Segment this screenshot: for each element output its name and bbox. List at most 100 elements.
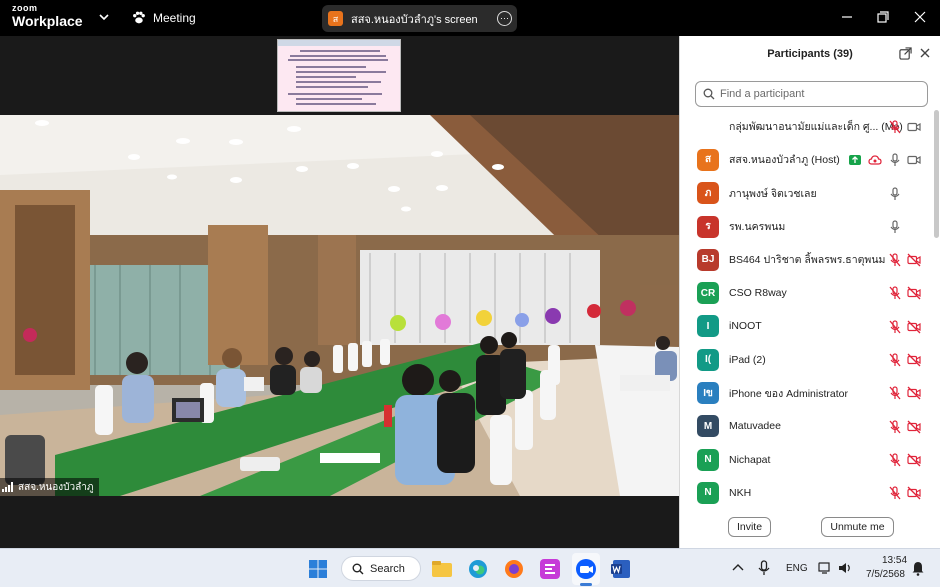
participant-row[interactable]: N Nichapat	[680, 443, 935, 476]
microphone-muted-icon[interactable]	[888, 253, 902, 267]
microphone-icon[interactable]	[888, 220, 902, 234]
shared-screen-thumbnail[interactable]	[277, 39, 401, 112]
participant-name-text: กลุ่มพัฒนาอนามัยแม่และเด็ก ศู...	[729, 121, 879, 134]
participant-name: Nichapat	[729, 454, 770, 466]
participant-avatar: ร	[697, 215, 719, 238]
participant-row[interactable]: กลุ่มพัฒนาอนามัยแม่และเด็ก ศู... (Me)	[680, 110, 935, 143]
participants-panel: Participants (39) กลุ่มพัฒนาอนามัยแม่และ…	[679, 36, 940, 548]
editor-app-icon[interactable]	[538, 557, 562, 581]
video-off-icon[interactable]	[907, 320, 921, 334]
participant-name: iPhone ของ Administrator	[729, 385, 848, 402]
video-off-icon[interactable]	[907, 253, 921, 267]
video-camera-icon[interactable]	[907, 120, 921, 134]
microphone-muted-icon[interactable]	[888, 286, 902, 300]
video-off-icon[interactable]	[907, 386, 921, 400]
firefox-icon[interactable]	[502, 557, 526, 581]
video-off-icon[interactable]	[907, 286, 921, 300]
pop-out-icon[interactable]	[899, 47, 912, 60]
participant-avatar: ส	[697, 148, 719, 171]
participant-name-text: สสจ.หนองบัวลำภู	[729, 154, 809, 167]
active-speaker-video[interactable]: สสจ.หนองบัวลำภู	[0, 115, 679, 496]
search-icon	[703, 88, 715, 100]
volume-icon[interactable]	[838, 561, 852, 575]
taskbar-search-box[interactable]: Search	[341, 556, 421, 581]
notification-bell-icon[interactable]	[911, 560, 925, 576]
close-panel-icon[interactable]	[919, 47, 931, 59]
network-icon[interactable]	[818, 561, 832, 575]
participant-avatar: I	[697, 315, 719, 338]
microphone-muted-icon[interactable]	[888, 453, 902, 467]
word-icon[interactable]	[609, 557, 633, 581]
participant-avatar: ภ	[697, 182, 719, 205]
participant-name-text: iNOOT	[729, 320, 762, 333]
microphone-tray-icon[interactable]	[757, 560, 771, 576]
edge-browser-icon[interactable]	[466, 557, 490, 581]
participant-row[interactable]: CR CSO R8way	[680, 276, 935, 309]
invite-button[interactable]: Invite	[728, 517, 771, 537]
participant-name: BS464 ปาริชาต ลิ้พลรพร.ธาตุพนม	[729, 251, 885, 268]
participant-name: สสจ.หนองบัวลำภู (Host)	[729, 151, 840, 168]
participant-list: กลุ่มพัฒนาอนามัยแม่และเด็ก ศู... (Me) ส สส…	[680, 110, 935, 510]
windows-start-icon[interactable]	[306, 557, 330, 581]
clock-time[interactable]: 13:54	[882, 555, 907, 566]
microphone-muted-icon[interactable]	[888, 120, 902, 134]
participant-row[interactable]: ภ ภานุพงษ์ จิตเวชเลย	[680, 177, 935, 210]
participant-row[interactable]: BJ BS464 ปาริชาต ลิ้พลรพร.ธาตุพนม	[680, 243, 935, 276]
participant-name-text: iPad (2)	[729, 353, 766, 366]
close-icon[interactable]	[912, 9, 928, 25]
participant-name-text: CSO R8way	[729, 287, 787, 300]
microphone-muted-icon[interactable]	[888, 420, 902, 434]
logo-line-2: Workplace	[12, 13, 83, 29]
participant-row[interactable]: ร รพ.นครพนม	[680, 210, 935, 243]
share-title: สสจ.หนองบัวลำภู's screen	[351, 13, 478, 26]
minimize-icon[interactable]	[839, 9, 855, 25]
video-camera-icon[interactable]	[907, 153, 921, 167]
video-off-icon[interactable]	[907, 353, 921, 367]
video-off-icon[interactable]	[907, 486, 921, 500]
participant-name: กลุ่มพัฒนาอนามัยแม่และเด็ก ศู... (Me)	[729, 118, 903, 135]
participant-name: iNOOT	[729, 320, 762, 332]
microphone-muted-icon[interactable]	[888, 320, 902, 334]
participant-name: CSO R8way	[729, 287, 787, 299]
screen-share-indicator[interactable]: ส สสจ.หนองบัวลำภู's screen ···	[322, 5, 517, 32]
file-explorer-icon[interactable]	[430, 557, 454, 581]
participant-row[interactable]: ส สสจ.หนองบัวลำภู (Host)	[680, 143, 935, 176]
microphone-muted-icon[interactable]	[888, 353, 902, 367]
sharer-avatar: ส	[328, 11, 343, 26]
speaker-name-label: สสจ.หนองบัวลำภู	[0, 478, 100, 496]
participant-row[interactable]: IiNOOT	[680, 310, 935, 343]
more-options-icon[interactable]: ···	[497, 11, 512, 26]
search-icon	[352, 563, 364, 574]
microphone-icon[interactable]	[888, 186, 902, 201]
zoom-app-icon[interactable]	[574, 557, 598, 581]
chevron-up-icon[interactable]	[731, 561, 745, 575]
restore-icon[interactable]	[875, 9, 891, 25]
participant-row[interactable]: I(iPad (2)	[680, 343, 935, 376]
participant-search-input[interactable]	[720, 88, 920, 100]
meeting-menu[interactable]: Meeting	[131, 10, 196, 25]
chevron-down-icon[interactable]	[98, 11, 110, 23]
microphone-muted-icon[interactable]	[888, 486, 902, 500]
video-off-icon[interactable]	[907, 453, 921, 467]
participant-row[interactable]: M Matuvadee	[680, 410, 935, 443]
unmute-me-button[interactable]: Unmute me	[821, 517, 894, 537]
screen-share-icon[interactable]	[848, 153, 862, 167]
participant-search-box[interactable]	[695, 81, 928, 107]
participant-name-text: NKH	[729, 486, 752, 499]
microphone-muted-icon[interactable]	[888, 386, 902, 400]
participant-row[interactable]: Iข iPhone ของ Administrator	[680, 376, 935, 409]
speaker-name: สสจ.หนองบัวลำภู	[18, 481, 94, 493]
title-bar: zoom Workplace Meeting ส สสจ.หนองบัวลำภู…	[0, 0, 940, 36]
participant-list-scrollbar[interactable]	[934, 110, 939, 238]
clock-date[interactable]: 7/5/2568	[866, 569, 905, 580]
participant-name-text: iPhone ของ Administrator	[729, 387, 848, 400]
zoom-window: zoom Workplace Meeting ส สสจ.หนองบัวลำภู…	[0, 0, 940, 587]
participant-row[interactable]: N NKH	[680, 476, 935, 509]
input-language-indicator[interactable]: ENG	[786, 563, 808, 574]
recording-cloud-icon[interactable]	[868, 153, 882, 167]
signal-strength-icon	[2, 482, 13, 492]
video-off-icon[interactable]	[907, 420, 921, 434]
microphone-icon[interactable]	[888, 153, 902, 167]
participant-name-text: Nichapat	[729, 453, 771, 466]
participant-avatar: M	[697, 415, 719, 438]
